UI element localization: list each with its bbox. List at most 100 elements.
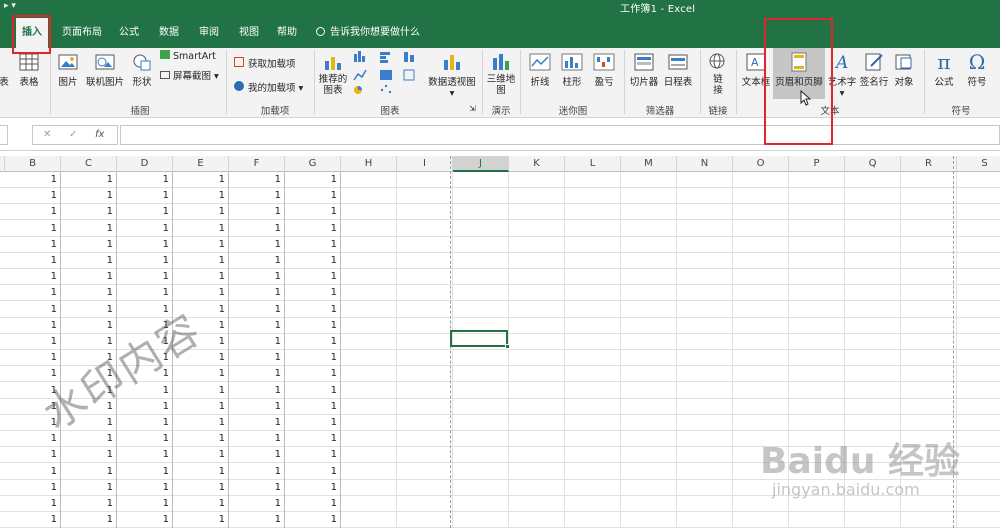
cell-value[interactable]: 1 — [119, 401, 169, 412]
cell-value[interactable]: 1 — [287, 174, 337, 185]
cell-value[interactable]: 1 — [231, 174, 281, 185]
cell-value[interactable]: 1 — [7, 239, 57, 250]
cell-value[interactable]: 1 — [7, 304, 57, 315]
symbol-button[interactable]: Ω 符号 — [962, 50, 992, 88]
column-header-J[interactable]: J — [453, 156, 509, 172]
cell-value[interactable]: 1 — [63, 514, 113, 525]
cell-value[interactable]: 1 — [175, 271, 225, 282]
cell-value[interactable]: 1 — [287, 466, 337, 477]
active-cell-J[interactable] — [450, 330, 510, 349]
tab-data[interactable]: 数据 — [153, 22, 185, 44]
cell-value[interactable]: 1 — [287, 352, 337, 363]
column-header-L[interactable]: L — [565, 156, 621, 172]
cell-value[interactable]: 1 — [7, 449, 57, 460]
shapes-button[interactable]: 形状 — [128, 52, 156, 88]
cell-value[interactable]: 1 — [63, 206, 113, 217]
chart-types-gallery[interactable] — [352, 50, 424, 96]
quick-access-toolbar[interactable]: ▸ ▾ — [4, 1, 16, 11]
cell-value[interactable]: 1 — [119, 190, 169, 201]
cell-value[interactable]: 1 — [231, 336, 281, 347]
cell-value[interactable]: 1 — [287, 271, 337, 282]
timeline-button[interactable]: 日程表 — [662, 52, 694, 88]
cell-value[interactable]: 1 — [63, 466, 113, 477]
table-button[interactable]: 表格 — [14, 52, 44, 88]
cell-value[interactable]: 1 — [7, 352, 57, 363]
cell-value[interactable]: 1 — [63, 271, 113, 282]
cell-value[interactable]: 1 — [7, 482, 57, 493]
column-header-E[interactable]: E — [173, 156, 229, 172]
cell-value[interactable]: 1 — [175, 449, 225, 460]
tab-view[interactable]: 视图 — [233, 22, 265, 44]
cell-value[interactable]: 1 — [119, 498, 169, 509]
cell-value[interactable]: 1 — [119, 466, 169, 477]
column-header-G[interactable]: G — [285, 156, 341, 172]
cell-value[interactable]: 1 — [63, 287, 113, 298]
cell-value[interactable]: 1 — [7, 206, 57, 217]
cell-value[interactable]: 1 — [231, 466, 281, 477]
cell-value[interactable]: 1 — [7, 466, 57, 477]
cell-value[interactable]: 1 — [119, 514, 169, 525]
sparkline-winloss-button[interactable]: 盈亏 — [590, 52, 618, 88]
cell-value[interactable]: 1 — [63, 239, 113, 250]
cancel-icon[interactable]: ✕ — [43, 129, 51, 140]
slicer-button[interactable]: 切片器 — [628, 52, 660, 88]
cell-value[interactable]: 1 — [231, 190, 281, 201]
tell-me-box[interactable]: 告诉我你想要做什么 — [316, 22, 420, 44]
cell-value[interactable]: 1 — [287, 433, 337, 444]
cell-value[interactable]: 1 — [7, 336, 57, 347]
cell-value[interactable]: 1 — [119, 255, 169, 266]
cell-value[interactable]: 1 — [175, 466, 225, 477]
column-header-R[interactable]: R — [901, 156, 957, 172]
cell-value[interactable]: 1 — [287, 223, 337, 234]
column-header-H[interactable]: H — [341, 156, 397, 172]
cell-value[interactable]: 1 — [119, 239, 169, 250]
cell-value[interactable]: 1 — [175, 190, 225, 201]
cell-value[interactable]: 1 — [7, 287, 57, 298]
cell-value[interactable]: 1 — [63, 320, 113, 331]
cell-value[interactable]: 1 — [231, 433, 281, 444]
cell-value[interactable]: 1 — [175, 401, 225, 412]
cell-value[interactable]: 1 — [287, 417, 337, 428]
smartart-button[interactable]: SmartArt — [160, 50, 216, 62]
cell-value[interactable]: 1 — [63, 223, 113, 234]
cell-value[interactable]: 1 — [231, 287, 281, 298]
cell-value[interactable]: 1 — [231, 417, 281, 428]
cell-value[interactable]: 1 — [287, 449, 337, 460]
cell-value[interactable]: 1 — [231, 449, 281, 460]
cell-value[interactable]: 1 — [175, 482, 225, 493]
cell-value[interactable]: 1 — [231, 223, 281, 234]
tables-partial-label[interactable]: 表 — [0, 74, 10, 88]
name-box[interactable] — [0, 125, 8, 145]
cell-value[interactable]: 1 — [287, 336, 337, 347]
cell-value[interactable]: 1 — [231, 514, 281, 525]
cell-value[interactable]: 1 — [287, 206, 337, 217]
tab-help[interactable]: 帮助 — [271, 22, 303, 44]
link-button[interactable]: 链 接 — [704, 52, 732, 96]
column-header-O[interactable]: O — [733, 156, 789, 172]
cell-value[interactable]: 1 — [63, 304, 113, 315]
cell-value[interactable]: 1 — [175, 206, 225, 217]
pivot-chart-button[interactable]: 数据透视图 ▾ — [428, 52, 476, 99]
screenshot-button[interactable]: 屏幕截图 ▾ — [160, 68, 219, 82]
cell-value[interactable]: 1 — [119, 482, 169, 493]
column-header-I[interactable]: I — [397, 156, 453, 172]
column-header-B[interactable]: B — [5, 156, 61, 172]
cell-value[interactable]: 1 — [7, 320, 57, 331]
cell-value[interactable]: 1 — [63, 449, 113, 460]
cell-value[interactable]: 1 — [287, 401, 337, 412]
cell-value[interactable]: 1 — [175, 498, 225, 509]
column-header-Q[interactable]: Q — [845, 156, 901, 172]
cell-value[interactable]: 1 — [287, 287, 337, 298]
column-header-P[interactable]: P — [789, 156, 845, 172]
cell-value[interactable]: 1 — [7, 255, 57, 266]
cell-value[interactable]: 1 — [175, 417, 225, 428]
cell-value[interactable]: 1 — [287, 385, 337, 396]
enter-icon[interactable]: ✓ — [69, 129, 77, 140]
cell-value[interactable]: 1 — [287, 239, 337, 250]
cell-value[interactable]: 1 — [287, 498, 337, 509]
column-header-M[interactable]: M — [621, 156, 677, 172]
tab-review[interactable]: 审阅 — [193, 22, 225, 44]
cell-value[interactable]: 1 — [119, 449, 169, 460]
column-header-C[interactable]: C — [61, 156, 117, 172]
cell-value[interactable]: 1 — [287, 482, 337, 493]
